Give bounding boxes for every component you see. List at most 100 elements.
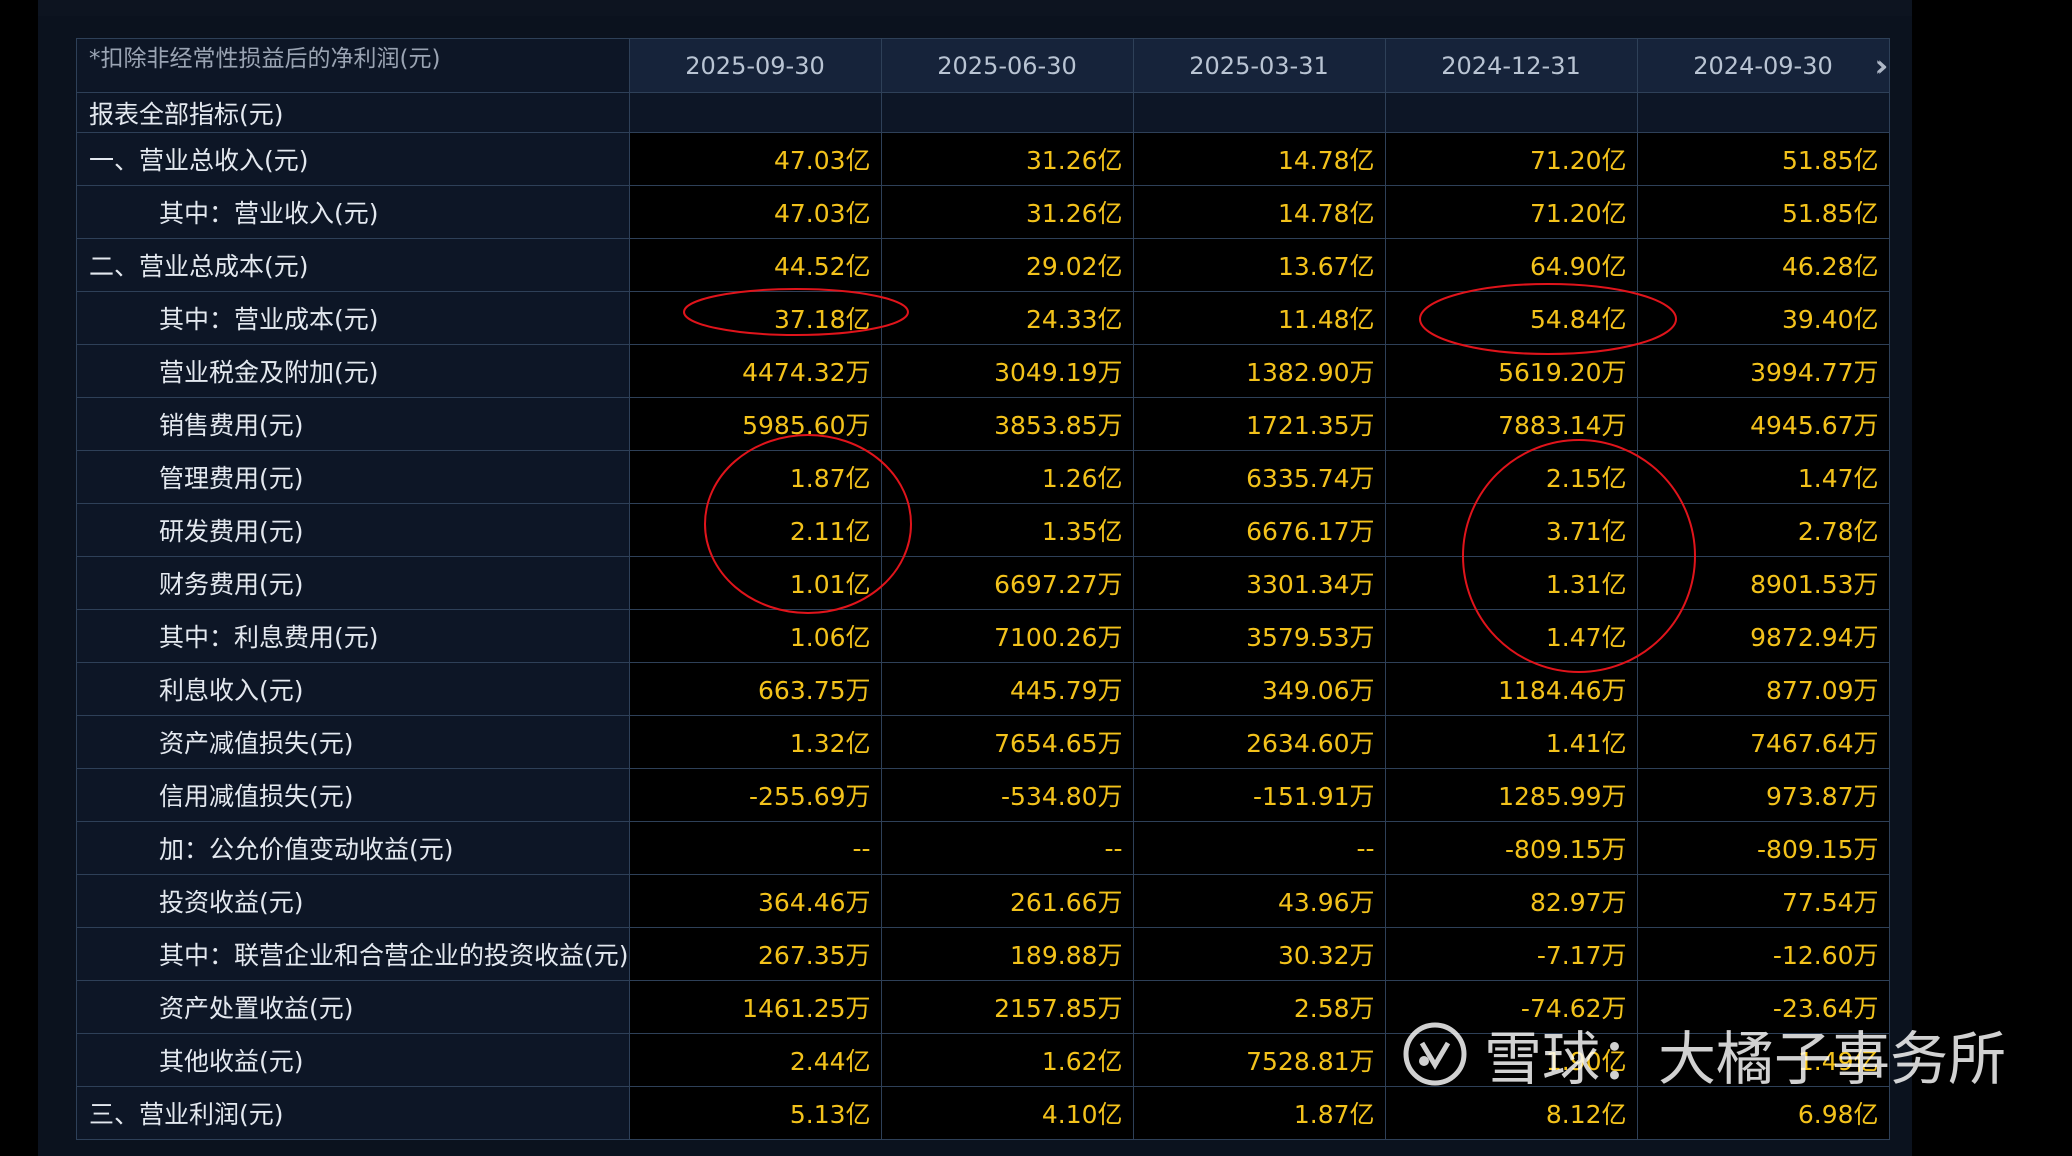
row-value-cell: 1.47亿 — [1384, 609, 1638, 663]
table-row: 其中：营业成本(元) 37.18亿 24.33亿 11.48亿 54.84亿 39.40亿 — [76, 291, 1890, 345]
row-value-cell: 3579.53万 — [1132, 609, 1386, 663]
row-value-cell: 46.28亿 — [1636, 238, 1890, 292]
row-value-cell: 2.15亿 — [1384, 450, 1638, 504]
date-col-4[interactable]: 2024-09-30 ›› — [1636, 38, 1890, 93]
row-label: 一、营业总收入(元) — [76, 132, 630, 186]
row-value-cell: -534.80万 — [880, 768, 1134, 822]
table-row: 其中：利息费用(元) 1.06亿 7100.26万 3579.53万 1.47亿 9872… — [76, 609, 1890, 663]
row-value-cell: 47.03亿 — [628, 185, 882, 239]
row-value-cell: 8901.53万 — [1636, 556, 1890, 610]
row-label: 信用减值损失(元) — [76, 768, 630, 822]
row-value-cell: 82.97万 — [1384, 874, 1638, 928]
row-value-cell: 2157.85万 — [880, 980, 1134, 1034]
row-value-cell: 1285.99万 — [1384, 768, 1638, 822]
row-value-cell: 189.88万 — [880, 927, 1134, 981]
row-value-cell: -809.15万 — [1636, 821, 1890, 875]
row-label: 管理费用(元) — [76, 450, 630, 504]
row-value-cell: 7528.81万 — [1132, 1033, 1386, 1087]
row-value-cell: 1.62亿 — [880, 1033, 1134, 1087]
row-value-cell: 5619.20万 — [1384, 344, 1638, 398]
row-value-cell: 71.20亿 — [1384, 132, 1638, 186]
date-col-4-label: 2024-09-30 — [1693, 51, 1833, 80]
date-col-3[interactable]: 2024-12-31 — [1384, 38, 1638, 93]
row-value-cell: 1.47亿 — [1636, 450, 1890, 504]
row-value-cell: 1461.25万 — [628, 980, 882, 1034]
row-label: 资产处置收益(元) — [76, 980, 630, 1034]
table-row: 销售费用(元) 5985.60万 3853.85万 1721.35万 7883.14万 4… — [76, 397, 1890, 451]
table-row: 一、营业总收入(元) 47.03亿 31.26亿 14.78亿 71.20亿 51.85亿 — [76, 132, 1890, 186]
row-value-cell: 9872.94万 — [1636, 609, 1890, 663]
table-row: 其中：联营企业和合营企业的投资收益(元) 267.35万 189.88万 30.32万… — [76, 927, 1890, 981]
row-value-cell: 2634.60万 — [1132, 715, 1386, 769]
row-label: 二、营业总成本(元) — [76, 238, 630, 292]
row-label: 三、营业利润(元) — [76, 1086, 630, 1140]
row-value-cell: 14.78亿 — [1132, 132, 1386, 186]
header-label-cell: 报表全部指标(元) — [76, 92, 630, 133]
row-value-cell: 51.85亿 — [1636, 132, 1890, 186]
row-value-cell: 47.03亿 — [628, 132, 882, 186]
subheader-empty — [1132, 92, 1386, 133]
subheader-empty — [628, 92, 882, 133]
row-value-cell: 877.09万 — [1636, 662, 1890, 716]
row-value-cell: -809.15万 — [1384, 821, 1638, 875]
row-value-cell: 5.13亿 — [628, 1086, 882, 1140]
row-value-cell: -- — [628, 821, 882, 875]
row-value-cell: -255.69万 — [628, 768, 882, 822]
date-col-1[interactable]: 2025-06-30 — [880, 38, 1134, 93]
xueqiu-logo-icon — [1403, 1022, 1467, 1086]
row-value-cell: 1.87亿 — [1132, 1086, 1386, 1140]
row-label: 其他收益(元) — [76, 1033, 630, 1087]
table-row: 营业税金及附加(元) 4474.32万 3049.19万 1382.90万 5619.2… — [76, 344, 1890, 398]
row-value-cell: 1.31亿 — [1384, 556, 1638, 610]
row-value-cell: 364.46万 — [628, 874, 882, 928]
row-label: 营业税金及附加(元) — [76, 344, 630, 398]
row-value-cell: 1.35亿 — [880, 503, 1134, 557]
row-value-cell: 973.87万 — [1636, 768, 1890, 822]
table-header-row: *扣除非经常性损益后的净利润(元) 2025-09-30 2025-06-30 … — [76, 38, 1890, 93]
row-value-cell: 6697.27万 — [880, 556, 1134, 610]
row-value-cell: 30.32万 — [1132, 927, 1386, 981]
row-value-cell: 24.33亿 — [880, 291, 1134, 345]
table-row: 资产减值损失(元) 1.32亿 7654.65万 2634.60万 1.41亿 7467.… — [76, 715, 1890, 769]
row-label: 销售费用(元) — [76, 397, 630, 451]
row-value-cell: 4945.67万 — [1636, 397, 1890, 451]
row-value-cell: 39.40亿 — [1636, 291, 1890, 345]
row-value-cell: -151.91万 — [1132, 768, 1386, 822]
row-label: 其中：营业收入(元) — [76, 185, 630, 239]
row-value-cell: 54.84亿 — [1384, 291, 1638, 345]
row-value-cell: 1.26亿 — [880, 450, 1134, 504]
row-value-cell: 13.67亿 — [1132, 238, 1386, 292]
row-value-cell: 2.44亿 — [628, 1033, 882, 1087]
date-col-2[interactable]: 2025-03-31 — [1132, 38, 1386, 93]
table-row: 财务费用(元) 1.01亿 6697.27万 3301.34万 1.31亿 8901.53… — [76, 556, 1890, 610]
row-value-cell: 1382.90万 — [1132, 344, 1386, 398]
row-label: 其中：联营企业和合营企业的投资收益(元) — [76, 927, 630, 981]
date-col-0[interactable]: 2025-09-30 — [628, 38, 882, 93]
row-label: 财务费用(元) — [76, 556, 630, 610]
row-value-cell: 3301.34万 — [1132, 556, 1386, 610]
row-value-cell: 64.90亿 — [1384, 238, 1638, 292]
row-value-cell: 37.18亿 — [628, 291, 882, 345]
row-value-cell: 4.10亿 — [880, 1086, 1134, 1140]
row-label: 加：公允价值变动收益(元) — [76, 821, 630, 875]
row-value-cell: 7467.64万 — [1636, 715, 1890, 769]
row-value-cell: 2.11亿 — [628, 503, 882, 557]
row-value-cell: 1.06亿 — [628, 609, 882, 663]
row-value-cell: 3.71亿 — [1384, 503, 1638, 557]
row-label: 资产减值损失(元) — [76, 715, 630, 769]
subheader-empty — [1636, 92, 1890, 133]
row-label: 研发费用(元) — [76, 503, 630, 557]
double-chevron-right-icon[interactable]: ›› — [1875, 49, 1889, 84]
row-value-cell: 31.26亿 — [880, 132, 1134, 186]
row-value-cell: 77.54万 — [1636, 874, 1890, 928]
financial-report-table: *扣除非经常性损益后的净利润(元) 2025-09-30 2025-06-30 … — [76, 38, 1890, 1140]
row-value-cell: 445.79万 — [880, 662, 1134, 716]
row-value-cell: 1.87亿 — [628, 450, 882, 504]
row-value-cell: 7100.26万 — [880, 609, 1134, 663]
row-value-cell: 5985.60万 — [628, 397, 882, 451]
subheader-empty — [880, 92, 1134, 133]
row-value-cell: 6335.74万 — [1132, 450, 1386, 504]
row-label: 投资收益(元) — [76, 874, 630, 928]
row-value-cell: 1.32亿 — [628, 715, 882, 769]
watermark-text: 雪球：大橘子事务所 — [1483, 1025, 2006, 1093]
